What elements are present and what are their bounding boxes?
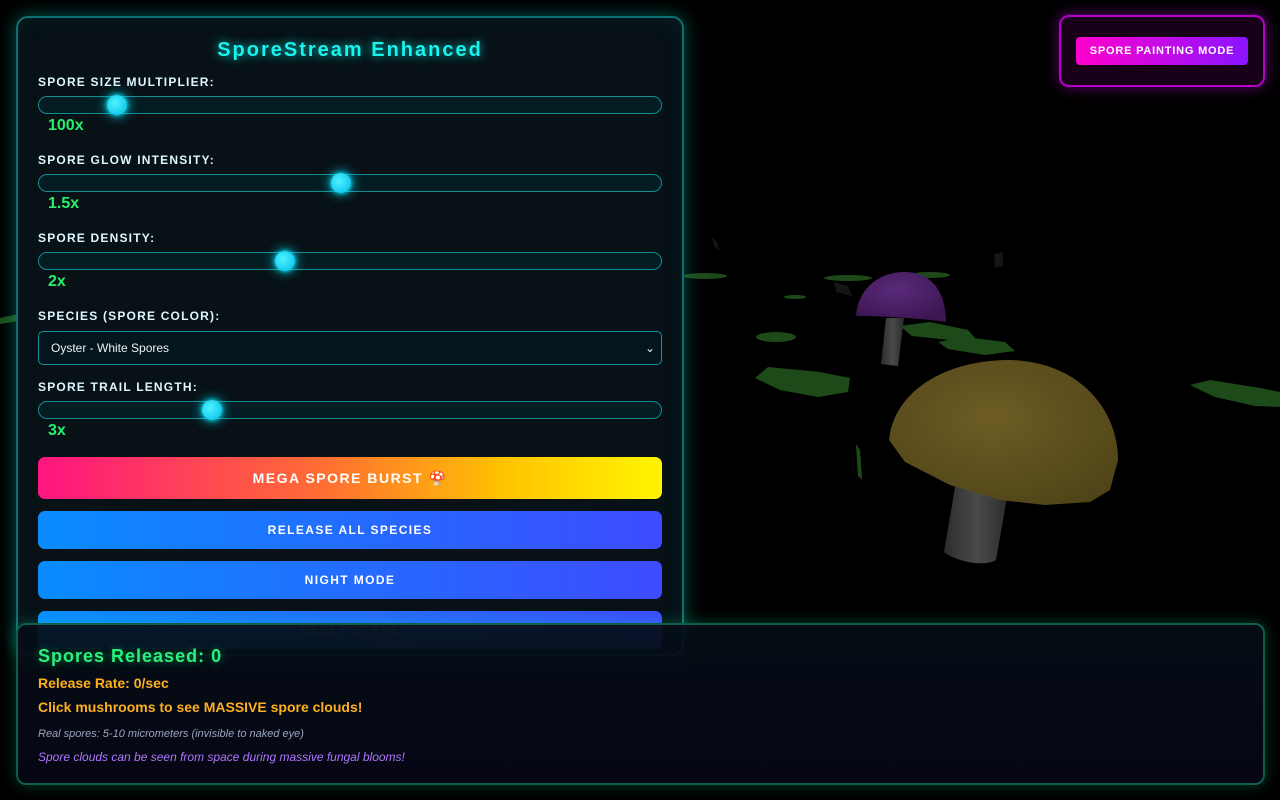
release-rate: Release Rate: 0/sec bbox=[38, 675, 169, 691]
spore-painting-mode-button[interactable]: SPORE PAINTING MODE bbox=[1076, 37, 1248, 65]
spore-density-label: SPORE DENSITY: bbox=[38, 231, 156, 245]
glow-intensity-value: 1.5x bbox=[48, 195, 80, 212]
species-select[interactable]: Oyster - White Spores ⌄ bbox=[38, 331, 662, 365]
slider-thumb[interactable] bbox=[106, 95, 127, 115]
glow-intensity-label: SPORE GLOW INTENSITY: bbox=[38, 153, 215, 167]
spore-cloud-fact: Spore clouds can be seen from space duri… bbox=[38, 750, 405, 764]
spores-released-count: Spores Released: 0 bbox=[38, 646, 223, 666]
slider-thumb[interactable] bbox=[201, 400, 222, 420]
slider-thumb[interactable] bbox=[275, 251, 296, 271]
slider-thumb[interactable] bbox=[331, 173, 352, 193]
chevron-down-icon: ⌄ bbox=[644, 341, 655, 355]
trail-length-slider[interactable] bbox=[38, 400, 662, 420]
night-mode-button[interactable]: NIGHT MODE bbox=[38, 561, 662, 599]
panel-title: SporeStream Enhanced bbox=[217, 39, 483, 61]
painting-mode-box: SPORE PAINTING MODE bbox=[1059, 15, 1265, 87]
species-label: SPECIES (SPORE COLOR): bbox=[38, 309, 221, 323]
spore-size-label: SPORE SIZE MULTIPLIER: bbox=[38, 75, 215, 89]
mega-spore-burst-button[interactable]: MEGA SPORE BURST 🍄 bbox=[38, 457, 662, 499]
spore-size-slider[interactable] bbox=[38, 95, 662, 115]
control-panel: SporeStream Enhanced SPORE SIZE MULTIPLI… bbox=[16, 16, 684, 656]
trail-length-label: SPORE TRAIL LENGTH: bbox=[38, 380, 198, 394]
spore-size-value: 100x bbox=[48, 117, 84, 134]
stats-panel: Spores Released: 0 Release Rate: 0/sec C… bbox=[16, 623, 1265, 785]
species-selected: Oyster - White Spores bbox=[51, 341, 170, 355]
click-hint: Click mushrooms to see MASSIVE spore clo… bbox=[38, 699, 363, 715]
glow-intensity-slider[interactable] bbox=[38, 173, 662, 193]
release-all-species-button[interactable]: RELEASE ALL SPECIES bbox=[38, 511, 662, 549]
spore-size-fact: Real spores: 5-10 micrometers (invisible… bbox=[38, 728, 304, 740]
spore-density-slider[interactable] bbox=[38, 251, 662, 271]
trail-length-value: 3x bbox=[48, 422, 66, 439]
spore-density-value: 2x bbox=[48, 273, 66, 290]
